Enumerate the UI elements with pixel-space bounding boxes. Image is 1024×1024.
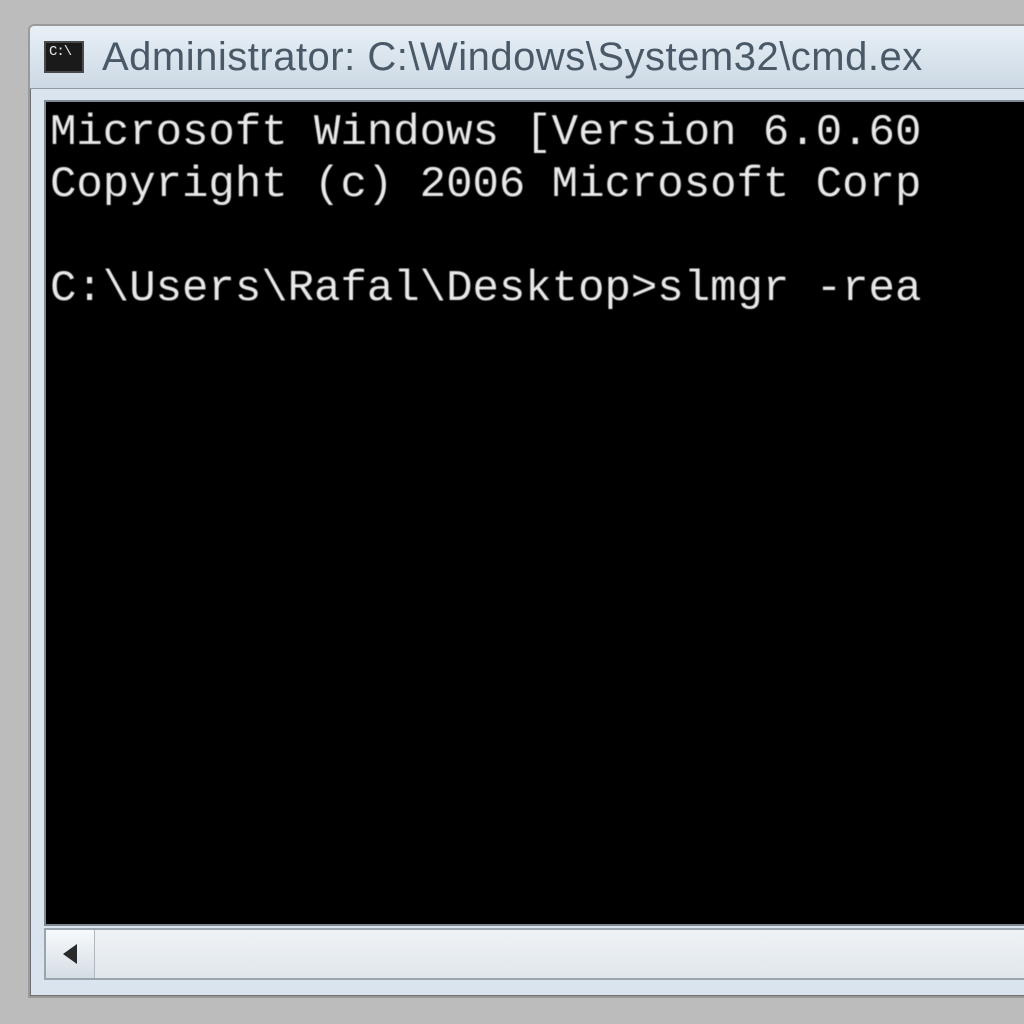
terminal-viewport[interactable]: Microsoft Windows [Version 6.0.60 Copyri… (44, 100, 1024, 926)
cmd-window: Administrator: C:\Windows\System32\cmd.e… (28, 24, 1024, 998)
chevron-left-icon (63, 944, 77, 964)
terminal-output[interactable]: Microsoft Windows [Version 6.0.60 Copyri… (46, 102, 1024, 316)
scroll-track[interactable] (95, 930, 1024, 978)
output-line: Copyright (c) 2006 Microsoft Corp (50, 160, 921, 210)
prompt-line[interactable]: C:\Users\Rafal\Desktop>slmgr -rea (50, 264, 921, 314)
desktop-background: Administrator: C:\Windows\System32\cmd.e… (0, 0, 1024, 1024)
cmd-icon[interactable] (44, 41, 84, 73)
titlebar[interactable]: Administrator: C:\Windows\System32\cmd.e… (30, 26, 1024, 89)
scroll-left-button[interactable] (46, 930, 95, 978)
window-title: Administrator: C:\Windows\System32\cmd.e… (102, 37, 923, 77)
horizontal-scrollbar[interactable] (44, 928, 1024, 980)
output-line: Microsoft Windows [Version 6.0.60 (50, 108, 921, 158)
